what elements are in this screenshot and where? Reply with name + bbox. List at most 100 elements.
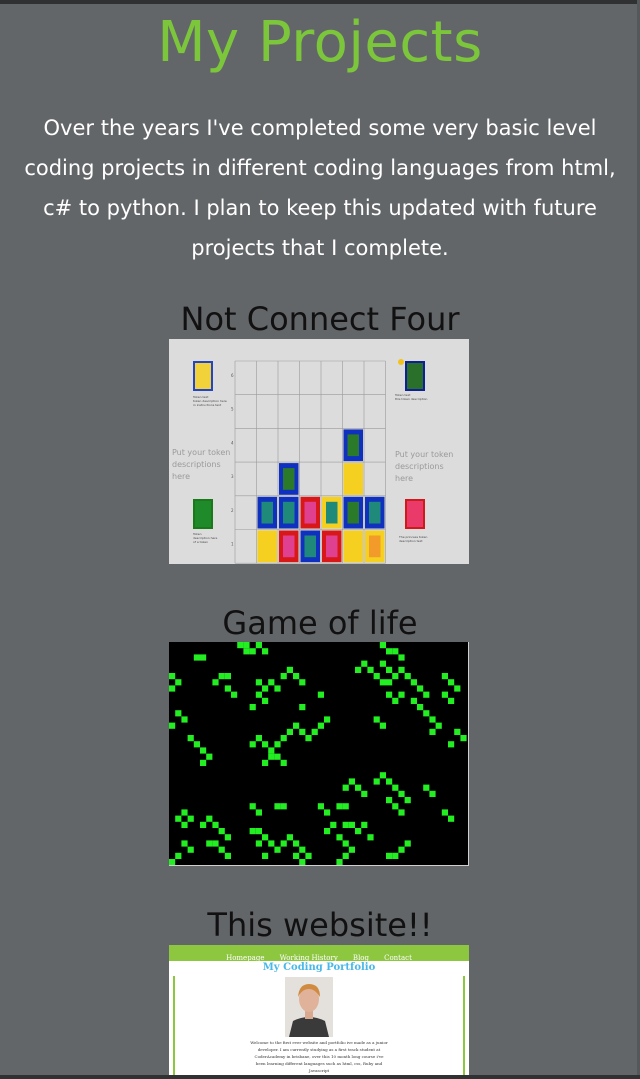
- life-cell: [255, 840, 262, 847]
- life-cell: [317, 691, 324, 698]
- life-cell: [317, 803, 324, 810]
- life-cell: [218, 673, 225, 680]
- life-cell: [441, 809, 448, 816]
- life-cell: [262, 741, 269, 748]
- life-cell: [386, 666, 393, 673]
- connect-four-board: 6 5 4 3 2 1: [231, 360, 386, 564]
- life-cell: [305, 852, 312, 859]
- life-cell: [255, 828, 262, 835]
- life-cell: [218, 846, 225, 853]
- life-cell: [169, 722, 176, 729]
- life-cell: [429, 716, 436, 723]
- profile-photo: [285, 977, 333, 1037]
- life-cell: [355, 666, 362, 673]
- life-cell: [249, 803, 256, 810]
- life-cell: [373, 778, 380, 785]
- life-cell: [386, 691, 393, 698]
- page-title: My Projects: [157, 10, 483, 75]
- life-cell: [268, 747, 275, 754]
- life-cell: [206, 840, 213, 847]
- life-cell: [181, 821, 188, 828]
- life-cell: [386, 778, 393, 785]
- life-cell: [454, 728, 461, 735]
- life-cell: [342, 840, 349, 847]
- life-cell: [187, 735, 194, 742]
- life-cell: [212, 821, 219, 828]
- life-cell: [218, 828, 225, 835]
- life-cell: [237, 642, 244, 649]
- life-cell: [224, 685, 231, 692]
- row-number: 1: [231, 542, 234, 547]
- life-cell: [448, 697, 455, 704]
- life-cell: [231, 691, 238, 698]
- site-intro-text: Welcome to the first ever website and po…: [250, 1040, 388, 1073]
- life-cell: [262, 852, 269, 859]
- row-number: 4: [231, 440, 234, 445]
- life-cell: [404, 673, 411, 680]
- row-number: 3: [231, 474, 234, 479]
- life-cell: [274, 846, 281, 853]
- life-cell: [193, 654, 200, 661]
- life-cell: [417, 704, 424, 711]
- life-cell: [441, 673, 448, 680]
- life-cell: [299, 728, 306, 735]
- row-number: 6: [231, 373, 234, 378]
- life-cell: [255, 809, 262, 816]
- life-cell: [336, 859, 343, 865]
- life-cell: [460, 735, 467, 742]
- life-cell: [398, 666, 405, 673]
- life-cell: [386, 648, 393, 655]
- board-token-face: [304, 535, 316, 558]
- life-cell: [448, 679, 455, 686]
- life-cell: [299, 679, 306, 686]
- life-cell: [293, 852, 300, 859]
- life-cell: [249, 741, 256, 748]
- life-cell: [187, 815, 194, 822]
- life-cell: [342, 784, 349, 791]
- life-cell: [200, 821, 207, 828]
- row-number: 5: [231, 407, 234, 412]
- life-cell: [280, 840, 287, 847]
- row-number: 2: [231, 508, 234, 513]
- life-cell: [429, 728, 436, 735]
- life-cell: [379, 722, 386, 729]
- life-cell: [193, 741, 200, 748]
- top-border: [0, 0, 640, 4]
- life-cell: [200, 654, 207, 661]
- intro-paragraph: Over the years I've completed some very …: [24, 116, 616, 260]
- life-cell: [317, 722, 324, 729]
- life-cell: [373, 716, 380, 723]
- life-cell: [293, 840, 300, 847]
- life-cell: [361, 790, 368, 797]
- life-cell: [255, 642, 262, 649]
- life-cell: [224, 852, 231, 859]
- life-cell: [386, 852, 393, 859]
- life-cell: [255, 679, 262, 686]
- board-token-face: [326, 535, 338, 558]
- project-title-connect-four: Not Connect Four: [180, 300, 460, 338]
- life-cell: [169, 685, 176, 692]
- life-cell: [262, 648, 269, 655]
- life-cell: [348, 846, 355, 853]
- life-cell: [342, 821, 349, 828]
- life-cell: [200, 759, 207, 766]
- life-cell: [311, 728, 318, 735]
- life-cell: [299, 846, 306, 853]
- game-of-life-screenshot[interactable]: [169, 642, 469, 866]
- life-cell: [286, 728, 293, 735]
- life-cell: [398, 654, 405, 661]
- life-cell: [367, 666, 374, 673]
- life-cell: [435, 722, 442, 729]
- life-cell: [355, 828, 362, 835]
- life-cell: [286, 834, 293, 841]
- life-cell: [262, 685, 269, 692]
- life-cell: [224, 673, 231, 680]
- website-screenshot[interactable]: Homepage Working History Blog Contact My…: [169, 945, 469, 1075]
- life-cell: [448, 741, 455, 748]
- life-cell: [255, 735, 262, 742]
- board-token-face: [369, 535, 381, 558]
- life-cell: [379, 642, 386, 649]
- board-token-face: [283, 501, 295, 524]
- life-cell: [175, 710, 182, 717]
- connect-four-screenshot[interactable]: Token text token description here in instr…: [169, 339, 469, 564]
